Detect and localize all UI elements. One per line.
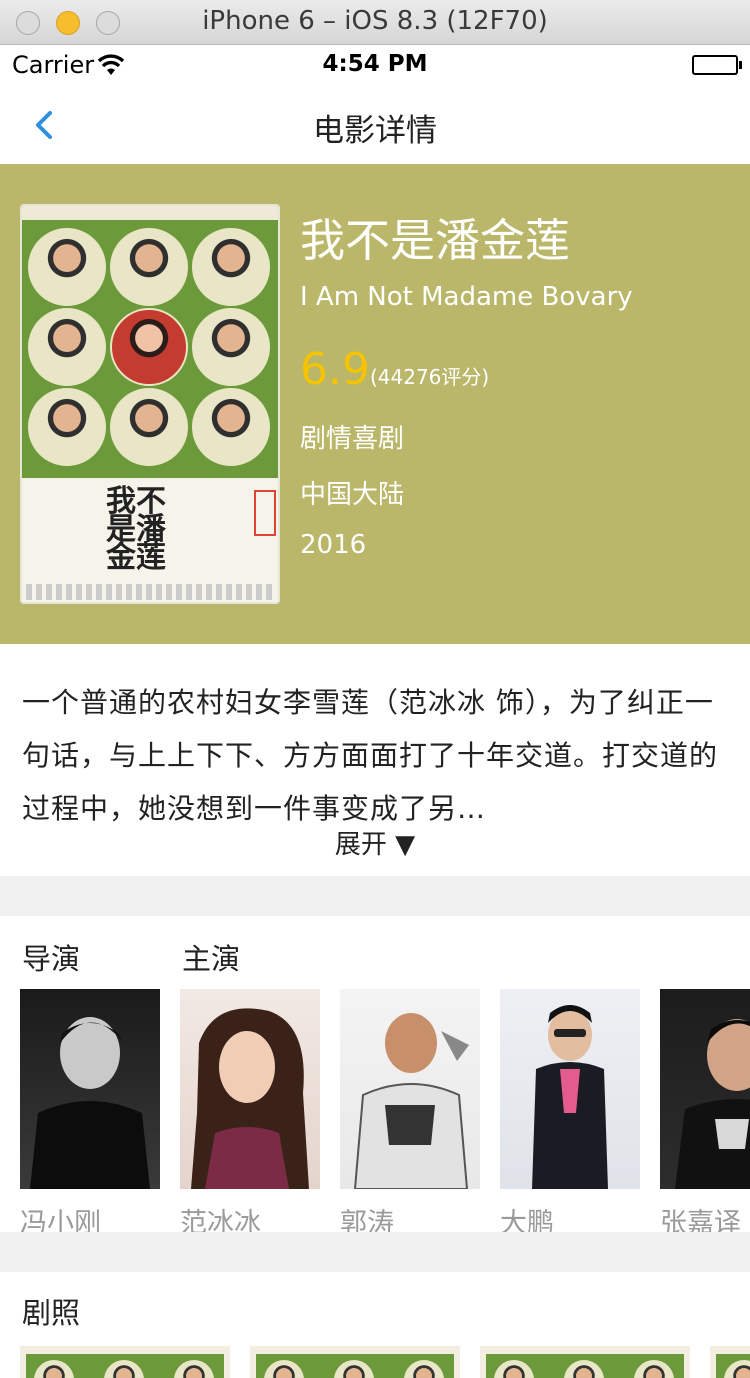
synopsis-text: 一个普通的农村妇女李雪莲（范冰冰 饰），为了纠正一句话，与上上下下、方方面面打了… <box>22 686 719 825</box>
cast-photo <box>660 989 750 1189</box>
still-thumbnail[interactable] <box>250 1346 460 1378</box>
cast-photo <box>340 989 480 1189</box>
cast-name: 张嘉译 <box>660 1208 741 1232</box>
battery-icon <box>692 55 742 75</box>
cast-photo <box>180 989 320 1189</box>
simulator-title-bar: iPhone 6 – iOS 8.3 (12F70) <box>0 0 750 45</box>
movie-region: 中国大陆 <box>300 480 405 510</box>
rating-count: (44276评分) <box>369 365 490 389</box>
expand-synopsis-button[interactable]: 展开 ▼ <box>0 824 750 861</box>
movie-title: 我不是潘金莲 <box>300 214 571 267</box>
cast-card-actor[interactable]: 大鹏 <box>500 989 640 1232</box>
movie-header: 我不是潘金莲 我不是潘金莲 I Am Not Madame Bovary 6.9… <box>0 164 750 644</box>
cast-photo <box>20 989 160 1189</box>
navigation-bar: 电影详情 <box>0 85 750 164</box>
cast-name: 郭涛 <box>340 1208 394 1232</box>
cast-card-director[interactable]: 冯小刚 <box>20 989 160 1232</box>
actors-label: 主演 <box>182 942 241 976</box>
page-title: 电影详情 <box>313 113 437 149</box>
still-thumbnail[interactable] <box>20 1346 230 1378</box>
status-time: 4:54 PM <box>322 51 428 77</box>
cast-name: 范冰冰 <box>180 1208 261 1232</box>
cast-name: 大鹏 <box>500 1208 554 1232</box>
window-title: iPhone 6 – iOS 8.3 (12F70) <box>202 6 548 36</box>
poster-title-area: 我不是潘金莲 <box>22 478 278 602</box>
cast-card-actor[interactable]: 张嘉译 <box>660 989 750 1232</box>
stills-section: 剧照 <box>0 1272 750 1378</box>
synopsis-section: 一个普通的农村妇女李雪莲（范冰冰 饰），为了纠正一句话，与上上下下、方方面面打了… <box>0 644 750 876</box>
movie-year: 2016 <box>300 530 367 560</box>
movie-title-english: I Am Not Madame Bovary <box>300 282 633 312</box>
stills-label: 剧照 <box>22 1296 81 1330</box>
movie-poster[interactable]: 我不是潘金莲 <box>20 204 280 604</box>
movie-rating: 6.9(44276评分) <box>300 344 489 395</box>
poster-title-art: 我不是潘金莲 <box>106 484 166 575</box>
cast-name: 冯小刚 <box>20 1208 101 1232</box>
cast-card-actor[interactable]: 范冰冰 <box>180 989 320 1232</box>
poster-portraits <box>22 206 278 478</box>
rating-score: 6.9 <box>300 344 370 395</box>
still-thumbnail[interactable] <box>710 1346 750 1378</box>
cast-photo <box>500 989 640 1189</box>
status-bar: Carrier 4:54 PM <box>0 45 750 85</box>
cast-card-actor[interactable]: 郭涛 <box>340 989 480 1232</box>
movie-genre: 剧情喜剧 <box>300 424 405 454</box>
cast-section: 导演 主演 冯小刚 范冰冰 郭涛 大鹏 张嘉译 <box>0 916 750 1232</box>
director-label: 导演 <box>22 942 81 976</box>
still-thumbnail[interactable] <box>480 1346 690 1378</box>
